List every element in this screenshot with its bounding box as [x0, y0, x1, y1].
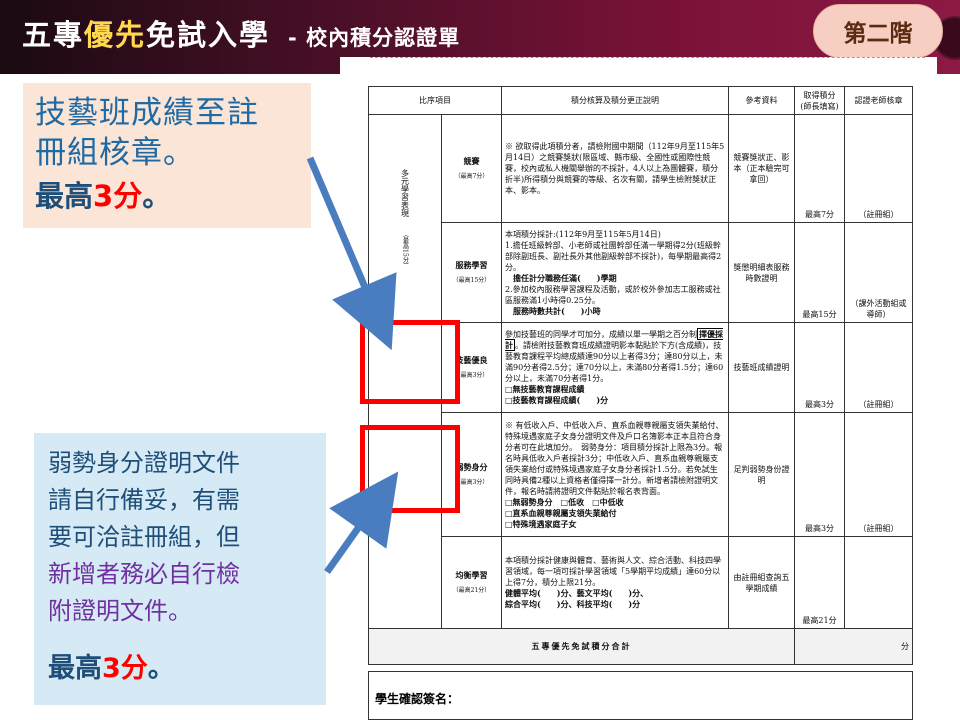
title-part2: 免試入學	[146, 18, 271, 52]
category-main-label: 多元學習表現	[400, 168, 410, 217]
header-description: 積分核算及積分更正說明	[501, 86, 729, 115]
ref-balanced: 由註冊組查詢五學期成績	[728, 536, 795, 629]
signer-service: （課外活動組或導師）	[844, 222, 913, 323]
score-disadvantaged: 最高3分	[794, 412, 845, 537]
desc-competition: ※ 欲取得此項積分者，請檢附國中期間（112年9月至115年5月14日）之競賽獎…	[501, 114, 729, 223]
stage-badge: 第二階	[813, 4, 943, 58]
ref-competition: 競賽獎狀正、影本（正本驗完可拿回）	[728, 114, 795, 223]
callout-bot-line5: 附證明文件。	[48, 597, 192, 625]
sheet-top-line	[370, 57, 925, 58]
callout-top-max: 最高3分。	[35, 175, 299, 217]
total-label: 五專優先免試積分合計	[368, 628, 795, 665]
highlight-disadvantaged-row	[360, 425, 460, 513]
item-service: 服務學習 （最高15分）	[441, 222, 502, 323]
score-skill: 最高3分	[794, 322, 845, 413]
max-prefix: 最高	[35, 179, 94, 213]
desc-disadvantaged: ※ 有低收入戶、中低收入戶、直系血親尊親屬支領失業給付、特殊境遇家庭子女身分證明…	[501, 412, 729, 537]
title-part1: 五專	[22, 18, 85, 52]
title-highlight: 優先	[84, 18, 147, 52]
table-row-balanced: 均衡學習 （最高21分） 本項積分採計健康與體育、藝術與人文、綜合活動、科技四學習…	[369, 536, 913, 629]
header-signer: 認證老師核章	[844, 86, 913, 115]
desc-balanced: 本項積分採計健康與體育、藝術與人文、綜合活動、科技四學習領域，每一項可採計學習領…	[501, 536, 729, 629]
item-competition: 競賽 （最高7分）	[441, 114, 502, 223]
callout-bot-max: 最高3分。	[48, 646, 312, 685]
slide-subtitle: - 校內積分認證單	[288, 26, 461, 50]
max-suffix: 。	[147, 653, 175, 684]
signer-disadvantaged: （註冊組）	[844, 412, 913, 537]
category-multi-learning: 多元學習表現 （最高15分）	[368, 114, 442, 323]
table-row-service: 服務學習 （最高15分） 本項積分採計:(112年9月至115年5月14日) 1.…	[369, 222, 913, 323]
max-suffix: 。	[142, 179, 172, 213]
signer-competition: （註冊組）	[844, 114, 913, 223]
slide-title: 五專 優先 免試入學 - 校內積分認證單	[22, 12, 460, 56]
table-row-competition: 多元學習表現 （最高15分） 競賽 （最高7分） ※ 欲取得此項積分者，請檢附國中…	[368, 114, 913, 323]
score-competition: 最高7分	[794, 114, 845, 223]
table-header-row: 比序項目 積分核算及積分更正說明 參考資料 取得積分(師長填寫) 認證老師核章	[368, 86, 913, 115]
total-unit: 分	[794, 628, 913, 665]
callout-disadvantaged-note: 弱勢身分證明文件 請自行備妥，有需 要可洽註冊組，但 新增者務必自行檢 附證明文…	[34, 433, 326, 705]
score-service: 最高15分	[794, 222, 845, 323]
callout-top-line1: 技藝班成績至註	[35, 95, 259, 131]
item-balanced: 均衡學習 （最高21分）	[441, 536, 502, 629]
callout-bot-line4: 新增者務必自行檢	[48, 560, 240, 588]
desc-skill: 參加技藝班的同學才可加分，成績以單一學期之百分制 擇優採計 。請檢附技藝教育班成績證…	[501, 322, 729, 413]
header-reference: 參考資料	[728, 86, 795, 115]
ref-disadvantaged: 足判弱勢身份證明	[728, 412, 795, 537]
score-balanced: 最高21分	[794, 536, 845, 629]
category-note: （最高15分）	[401, 230, 409, 269]
callout-top-line2: 冊組核章。	[35, 135, 195, 171]
desc-service: 本項積分採計:(112年9月至115年5月14日) 1.擔任班級幹部、小老師或社…	[501, 222, 729, 323]
callout-skill-note: 技藝班成績至註 冊組核章。 最高3分。	[23, 83, 311, 228]
max-prefix: 最高	[48, 653, 102, 684]
ref-service: 獎懲明細表服務時數證明	[728, 222, 795, 323]
max-value: 3分	[93, 179, 143, 213]
callout-bot-line3: 要可洽註冊組，但	[48, 523, 240, 551]
callout-bot-line1: 弱勢身分證明文件	[48, 449, 240, 477]
callout-bot-line2: 請自行備妥，有需	[48, 486, 240, 514]
signer-skill: （註冊組）	[844, 322, 913, 413]
student-signature-box: 學生確認簽名：	[368, 671, 913, 720]
max-value: 3分	[102, 653, 148, 684]
header-category: 比序項目	[368, 86, 502, 115]
table-row-total: 五專優先免試積分合計 分	[368, 628, 913, 665]
ref-skill: 技藝班成績證明	[728, 322, 795, 413]
highlight-skill-row	[360, 320, 460, 404]
signer-balanced	[844, 536, 913, 629]
header-score: 取得積分(師長填寫)	[794, 86, 845, 115]
